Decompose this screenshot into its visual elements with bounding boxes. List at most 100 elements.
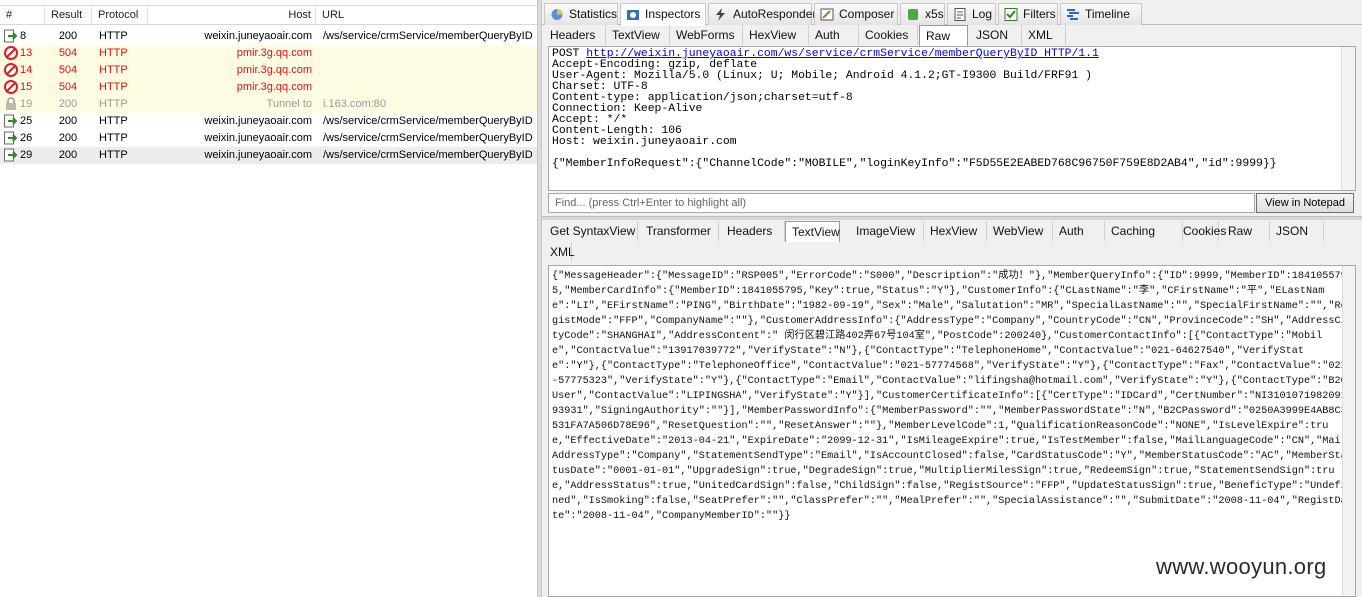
session-host: weixin.juneyaoair.com	[204, 132, 312, 144]
session-row[interactable]: 13 504 HTTP pmir.3g.qq.com	[0, 45, 537, 62]
req-tab-textview[interactable]: TextView	[606, 25, 670, 45]
arrow-right-icon	[4, 114, 18, 128]
tab-filters-label: Filters	[1023, 7, 1056, 21]
session-protocol: HTTP	[99, 81, 128, 93]
col-header-result[interactable]: Result	[45, 6, 92, 24]
tab-composer[interactable]: Composer	[814, 3, 898, 25]
arrow-right-icon	[4, 148, 18, 162]
tab-x5s-label: x5s	[925, 7, 944, 21]
req-tab-json[interactable]: JSON	[970, 25, 1022, 45]
response-body-text: {"MessageHeader":{"MessageID":"RSP005","…	[552, 271, 1347, 522]
session-host: weixin.juneyaoair.com	[204, 30, 312, 42]
resp-tab-json[interactable]: JSON	[1270, 221, 1324, 241]
session-url: i.163.com:80	[323, 98, 386, 110]
session-result: 504	[58, 47, 78, 59]
session-result: 504	[58, 81, 78, 93]
resp-tab-textview[interactable]: TextView	[785, 221, 840, 242]
find-input[interactable]: Find... (press Ctrl+Enter to highlight a…	[548, 193, 1255, 213]
session-result: 200	[58, 30, 78, 42]
session-row[interactable]: 15 504 HTTP pmir.3g.qq.com	[0, 79, 537, 96]
tab-inspectors-label: Inspectors	[645, 7, 701, 21]
tab-timeline-label: Timeline	[1085, 7, 1130, 21]
tab-timeline[interactable]: Timeline	[1060, 3, 1142, 25]
resp-tab-transformer[interactable]: Transformer	[640, 221, 719, 241]
tab-autoresponder[interactable]: AutoResponder	[708, 3, 816, 25]
tab-log[interactable]: Log	[947, 3, 996, 25]
tab-inspectors[interactable]: Inspectors	[620, 3, 706, 26]
session-url	[323, 79, 533, 96]
session-url: /ws/service/crmService/memberQueryByID	[323, 115, 533, 127]
lock-icon	[4, 97, 18, 111]
session-host: pmir.3g.qq.com	[236, 64, 312, 76]
resp-tab-webview[interactable]: WebView	[987, 221, 1053, 241]
col-header-host[interactable]: Host	[148, 6, 316, 24]
tab-statistics[interactable]: Statistics	[544, 3, 618, 25]
resp-tab-hexview[interactable]: HexView	[924, 221, 987, 241]
session-num: 15	[20, 81, 33, 93]
x5s-icon	[908, 9, 918, 20]
session-row[interactable]: 19 200 HTTP Tunnel to i.163.com:80	[0, 96, 537, 113]
arrow-right-icon	[4, 131, 18, 145]
request-raw-text: POST http://weixin.juneyaoair.com/ws/ser…	[552, 48, 1277, 170]
tab-filters[interactable]: Filters	[998, 3, 1058, 25]
req-tab-webforms[interactable]: WebForms	[670, 25, 743, 45]
horizontal-splitter[interactable]	[542, 216, 1362, 220]
req-tab-raw[interactable]: Raw	[919, 25, 968, 46]
session-result: 200	[58, 98, 78, 110]
tab-composer-label: Composer	[839, 7, 895, 21]
view-in-notepad-button[interactable]: View in Notepad	[1256, 193, 1354, 213]
req-tab-headers[interactable]: Headers	[544, 25, 606, 45]
session-host: weixin.juneyaoair.com	[204, 149, 312, 161]
resp-tab-headers[interactable]: Headers	[721, 221, 785, 241]
main-tabbar: Statistics Inspectors AutoResponder Comp…	[542, 3, 1362, 26]
session-host: weixin.juneyaoair.com	[204, 115, 312, 127]
resp-tab-imageview[interactable]: ImageView	[850, 221, 924, 241]
sessions-panel: # Result Protocol Host URL 8 200 HTTP weixi…	[0, 0, 537, 597]
session-num: 14	[20, 64, 33, 76]
resp-tab-raw[interactable]: Raw	[1222, 221, 1270, 241]
composer-icon	[820, 8, 834, 21]
col-header-num[interactable]: #	[0, 6, 45, 24]
lightning-icon	[716, 8, 725, 21]
response-text-view[interactable]: {"MessageHeader":{"MessageID":"RSP005","…	[548, 265, 1356, 597]
req-tab-hexview[interactable]: HexView	[743, 25, 809, 45]
col-header-protocol[interactable]: Protocol	[92, 6, 148, 24]
timeline-icon	[1067, 9, 1079, 20]
request-scrollbar[interactable]	[1341, 47, 1355, 190]
session-host: pmir.3g.qq.com	[236, 47, 312, 59]
req-tab-auth[interactable]: Auth	[809, 25, 859, 45]
session-url	[323, 62, 533, 79]
session-row[interactable]: 8 200 HTTP weixin.juneyaoair.com/ws/service…	[0, 28, 537, 45]
resp-tab-xml[interactable]: XML	[544, 242, 575, 262]
request-headers: Accept-Encoding: gzip, deflate User-Agen…	[552, 59, 1093, 148]
session-result: 200	[58, 132, 78, 144]
session-row[interactable]: 25 200 HTTP weixin.juneyaoair.com/ws/servic…	[0, 113, 537, 130]
session-row[interactable]: 26 200 HTTP weixin.juneyaoair.com/ws/servic…	[0, 130, 537, 147]
col-header-url[interactable]: URL	[316, 6, 537, 24]
tab-x5s[interactable]: x5s	[900, 3, 945, 25]
checkbox-icon	[1004, 8, 1018, 21]
inspector-pane: Statistics Inspectors AutoResponder Comp…	[542, 0, 1362, 597]
request-body: {"MemberInfoRequest":{"ChannelCode":"MOB…	[552, 158, 1277, 170]
session-url: /ws/service/crmService/memberQueryByID	[323, 132, 533, 144]
resp-tab-cookies[interactable]: Cookies	[1177, 221, 1226, 241]
response-scrollbar[interactable]	[1342, 266, 1355, 596]
req-tab-xml[interactable]: XML	[1022, 25, 1066, 45]
session-protocol: HTTP	[99, 47, 128, 59]
req-tab-cookies[interactable]: Cookies	[859, 25, 918, 45]
request-raw-view[interactable]: POST http://weixin.juneyaoair.com/ws/ser…	[548, 46, 1356, 191]
session-num: 29	[20, 149, 33, 161]
resp-tab-auth[interactable]: Auth	[1053, 221, 1105, 241]
tab-autoresponder-label: AutoResponder	[733, 7, 817, 21]
resp-tab-get-syntaxview[interactable]: Get SyntaxView	[544, 221, 638, 241]
session-protocol: HTTP	[99, 132, 128, 144]
session-num: 8	[20, 30, 27, 42]
session-url: /ws/service/crmService/memberQueryByID	[323, 149, 533, 161]
session-protocol: HTTP	[99, 64, 128, 76]
session-protocol: HTTP	[99, 115, 128, 127]
session-row[interactable]: 14 504 HTTP pmir.3g.qq.com	[0, 62, 537, 79]
session-row[interactable]: 29 200 HTTP weixin.juneyaoair.com/ws/servic…	[0, 147, 537, 164]
session-result: 504	[58, 64, 78, 76]
session-protocol: HTTP	[99, 149, 128, 161]
resp-tab-caching[interactable]: Caching	[1105, 221, 1183, 241]
